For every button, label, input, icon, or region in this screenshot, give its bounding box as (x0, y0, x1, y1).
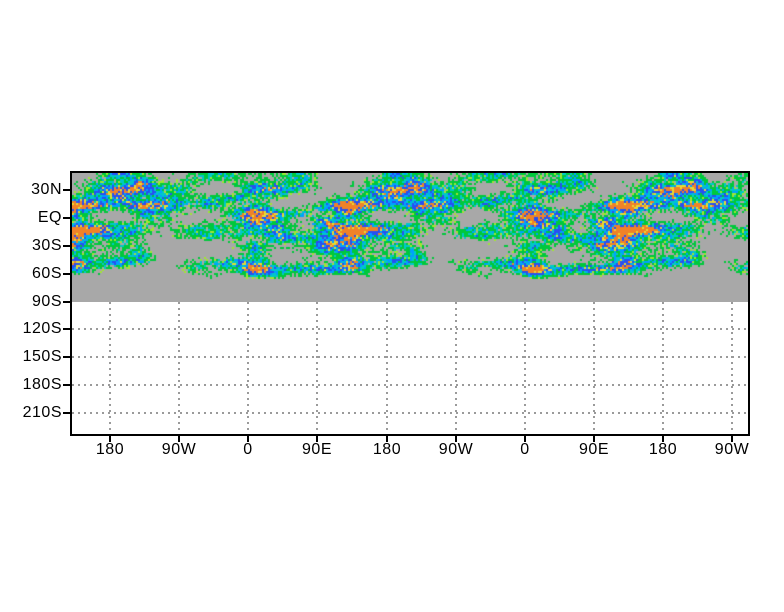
y-tick-label: 180S (22, 376, 62, 393)
y-tick-label: 120S (22, 320, 62, 337)
longitude-gridline (593, 302, 595, 434)
contour-shading-canvas (72, 173, 748, 281)
y-tick-label: 30S (32, 237, 62, 254)
longitude-gridline (731, 302, 733, 434)
y-tick-label: EQ (37, 209, 62, 226)
x-tick-label: 90E (302, 441, 332, 458)
x-tick-label: 0 (520, 441, 530, 458)
y-tick (63, 273, 70, 275)
latitude-gridline (72, 384, 748, 386)
longitude-gridline (178, 302, 180, 434)
x-tick-label: 90W (161, 441, 197, 458)
y-tick-label: 60S (32, 265, 62, 282)
y-tick-label: 90S (32, 293, 62, 310)
latitude-gridline (72, 356, 748, 358)
y-tick (63, 412, 70, 414)
y-tick-label: 150S (22, 348, 62, 365)
longitude-gridline (316, 302, 318, 434)
latitude-gridline (72, 328, 748, 330)
y-tick (63, 189, 70, 191)
longitude-gridline (109, 302, 111, 434)
longitude-gridline (247, 302, 249, 434)
x-tick-label: 180 (372, 441, 402, 458)
y-tick (63, 217, 70, 219)
grads-plot-figure: 30N EQ 30S 60S 90S 120S 150S 180S 210S 180 90W 0 90… (0, 0, 784, 612)
x-tick-label: 90W (438, 441, 474, 458)
y-tick (63, 356, 70, 358)
y-tick (63, 301, 70, 303)
x-tick-label: 90E (579, 441, 609, 458)
y-tick (63, 384, 70, 386)
y-tick (63, 245, 70, 247)
x-tick-label: 90W (714, 441, 750, 458)
longitude-gridline (662, 302, 664, 434)
x-tick-label: 180 (648, 441, 678, 458)
longitude-gridline (524, 302, 526, 434)
longitude-gridline (386, 302, 388, 434)
y-tick-label: 210S (22, 404, 62, 421)
longitude-gridline (455, 302, 457, 434)
plot-frame (70, 171, 750, 436)
latitude-gridline (72, 412, 748, 414)
x-tick-label: 0 (243, 441, 253, 458)
y-tick (63, 328, 70, 330)
x-tick-label: 180 (95, 441, 125, 458)
y-tick-label: 30N (31, 181, 62, 198)
